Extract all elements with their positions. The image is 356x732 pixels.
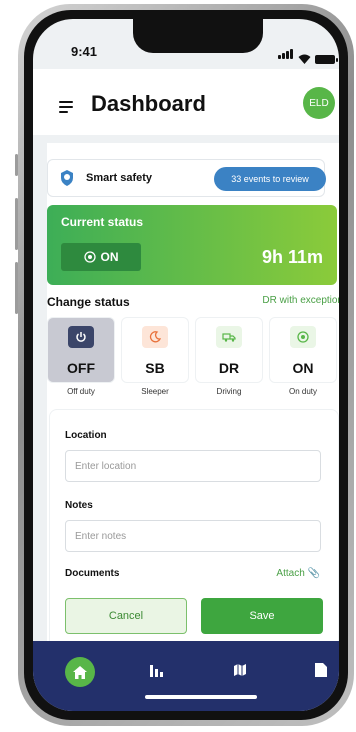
status-options: OFF SB DR ON xyxy=(47,317,339,383)
current-status-state: ON xyxy=(61,243,141,271)
location-label: Location xyxy=(65,430,107,441)
header: Dashboard ELD xyxy=(33,69,339,135)
bottom-nav xyxy=(33,641,339,711)
change-status-heading: Change status xyxy=(47,295,130,309)
attach-link[interactable]: Attach 📎 xyxy=(276,568,320,579)
sleep-icon xyxy=(142,326,168,348)
status-code-off: OFF xyxy=(67,360,95,376)
current-duration: 9h 11m xyxy=(261,247,323,267)
save-button[interactable]: Save xyxy=(201,598,323,634)
current-status-heading: Current status xyxy=(61,215,144,229)
phone-frame: 9:41 Dashboard ELD Smart safety 33 event… xyxy=(15,4,354,726)
status-time: 9:41 xyxy=(71,44,98,59)
shield-icon xyxy=(61,170,73,186)
status-form: Location Notes Documents Attach 📎 Cancel… xyxy=(49,409,339,653)
status-option-dr[interactable]: DR xyxy=(195,317,263,383)
smart-safety-label: Smart safety xyxy=(86,172,153,184)
dr-exception-link[interactable]: DR with exception xyxy=(262,295,339,306)
status-label-dr: Driving xyxy=(216,387,242,396)
screen: 9:41 Dashboard ELD Smart safety 33 event… xyxy=(33,19,339,711)
status-code-on: ON xyxy=(292,360,314,376)
status-label-off: Off duty xyxy=(67,387,95,396)
documents-label: Documents xyxy=(65,568,120,579)
volume-down-button xyxy=(15,262,18,314)
signal-icon xyxy=(278,46,294,64)
status-option-off[interactable]: OFF xyxy=(47,317,115,383)
status-option-sb[interactable]: SB xyxy=(121,317,189,383)
location-input[interactable] xyxy=(65,450,321,482)
current-state-label: ON xyxy=(100,250,119,264)
status-label-sb: Sleeper xyxy=(141,387,169,396)
hamburger-icon[interactable] xyxy=(59,101,73,116)
status-icons xyxy=(278,46,338,64)
status-label-on: On duty xyxy=(288,387,317,396)
power-icon xyxy=(68,326,94,348)
target-icon xyxy=(290,326,316,348)
mute-switch xyxy=(15,154,18,176)
wifi-icon xyxy=(298,54,311,64)
battery-icon xyxy=(315,55,338,64)
phone-bezel: 9:41 Dashboard ELD Smart safety 33 event… xyxy=(24,10,348,720)
notes-label: Notes xyxy=(65,500,93,511)
notch xyxy=(133,19,263,53)
avatar[interactable]: ELD xyxy=(303,87,335,119)
page-title: Dashboard xyxy=(91,91,206,116)
status-option-on[interactable]: ON xyxy=(269,317,337,383)
notes-input[interactable] xyxy=(65,520,321,552)
home-icon[interactable] xyxy=(65,657,95,687)
chart-icon[interactable] xyxy=(149,663,163,677)
paperclip-icon: 📎 xyxy=(307,568,320,579)
smart-safety-card[interactable]: Smart safety 33 events to review xyxy=(47,159,326,197)
home-indicator xyxy=(145,695,257,699)
status-code-dr: DR xyxy=(218,360,240,376)
map-icon[interactable] xyxy=(233,663,247,677)
status-option-labels: Off duty Sleeper Driving On duty xyxy=(47,387,339,396)
status-code-sb: SB xyxy=(145,360,165,376)
current-status-card: Current status ON 9h 11m xyxy=(47,205,337,285)
volume-up-button xyxy=(15,198,18,250)
truck-icon xyxy=(216,326,242,348)
target-icon xyxy=(83,251,96,263)
attach-label: Attach xyxy=(276,568,305,579)
main-content: Smart safety 33 events to review Current… xyxy=(47,143,339,663)
events-review-badge[interactable]: 33 events to review xyxy=(214,167,326,191)
document-icon[interactable] xyxy=(315,663,327,677)
cancel-button[interactable]: Cancel xyxy=(65,598,187,634)
